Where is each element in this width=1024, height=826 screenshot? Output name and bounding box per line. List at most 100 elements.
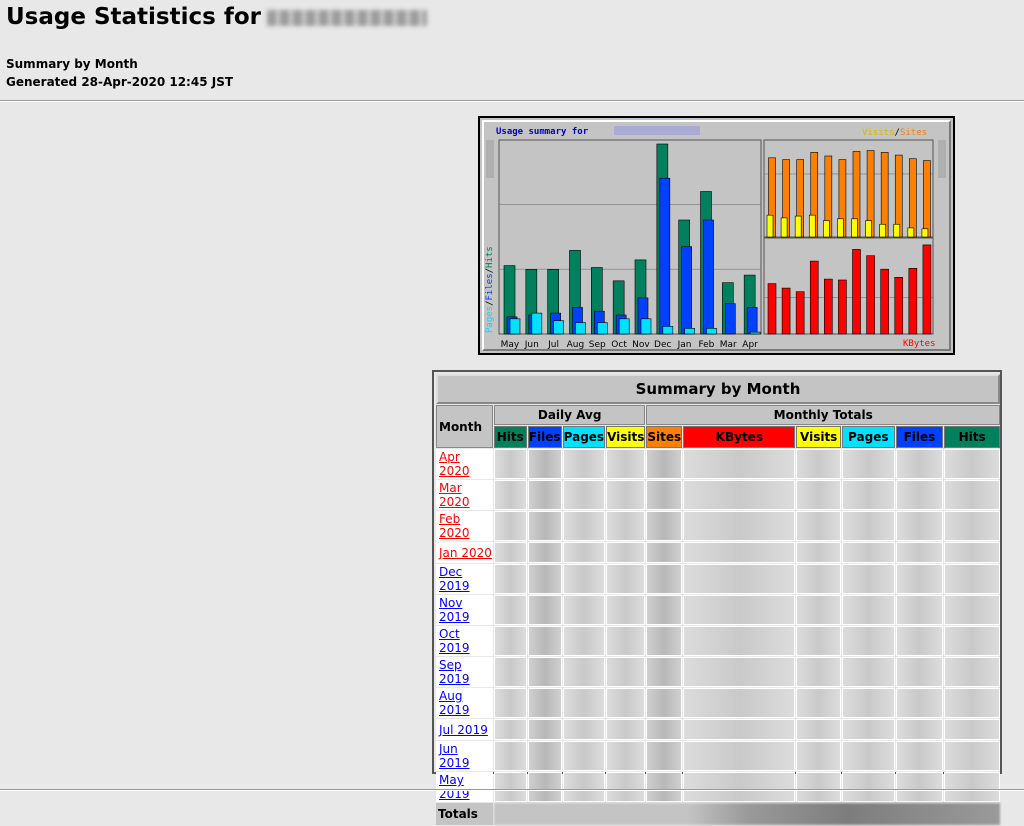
month-axis-labels: May Jun Jul Aug Sep Oct Nov Dec Jan Feb Mar Apr (501, 340, 759, 350)
redacted-value-cell (606, 511, 646, 541)
redacted-value-cell (841, 719, 895, 740)
redacted-value-cell (895, 480, 944, 510)
redacted-value-cell (493, 719, 527, 740)
redacted-value-cell (796, 688, 841, 718)
month-link-may-2019[interactable]: May 2019 (439, 773, 470, 801)
redacted-value-cell (646, 657, 683, 687)
bar-kbytes (866, 255, 875, 335)
redacted-value-cell (944, 719, 1000, 740)
redacted-value-cell (841, 449, 895, 479)
left-axis-word: Hits (485, 246, 495, 268)
redacted-value-cell (646, 595, 683, 625)
month-cell: Feb 2020 (436, 511, 493, 541)
table-row: Sep 2019 (436, 657, 1000, 687)
bar-kbytes (767, 283, 777, 335)
redacted-value-cell (646, 719, 683, 740)
redacted-value-cell (944, 657, 1000, 687)
redacted-value-cell (562, 449, 606, 479)
redacted-value-cell (646, 626, 683, 656)
redacted-value-cell (562, 595, 606, 625)
redacted-value-cell (944, 449, 1000, 479)
redacted-value-cell (606, 626, 646, 656)
redacted-value-cell (683, 719, 796, 740)
month-tick-label: Sep (589, 340, 606, 350)
redacted-value-cell (493, 688, 527, 718)
generated-timestamp: Generated 28-Apr-2020 12:45 JST (6, 75, 234, 89)
redacted-value-cell (646, 688, 683, 718)
month-link-jul-2019[interactable]: Jul 2019 (439, 723, 488, 737)
bar-files (659, 177, 671, 335)
month-link-oct-2019[interactable]: Oct 2019 (439, 627, 470, 655)
redacted-value-cell (683, 741, 796, 771)
redacted-value-cell (841, 741, 895, 771)
kbytes-label: KBytes (903, 339, 936, 349)
redacted-value-cell (796, 595, 841, 625)
month-tick-label: Feb (698, 340, 714, 350)
month-link-jan-2020[interactable]: Jan 2020 (439, 546, 492, 560)
table-row: Mar 2020 (436, 480, 1000, 510)
page-title: Usage Statistics for (6, 4, 427, 30)
top-divider (0, 100, 1024, 102)
bar-files (703, 219, 714, 335)
redacted-axis-value (486, 140, 494, 178)
month-link-aug-2019[interactable]: Aug 2019 (439, 689, 470, 717)
monthly-col-pages: Pages (841, 426, 895, 448)
table-row: Feb 2020 (436, 511, 1000, 541)
redacted-value-cell (841, 688, 895, 718)
usage-chart-svg: Usage summary for Visits/Sites KBytes Pa… (485, 126, 946, 350)
table-row: Aug 2019 (436, 688, 1000, 718)
redacted-value-cell (895, 741, 944, 771)
redacted-value-cell (562, 741, 606, 771)
table-row: Dec 2019 (436, 564, 1000, 594)
bar-kbytes (880, 268, 889, 335)
redacted-value-cell (841, 657, 895, 687)
redacted-value-cell (841, 595, 895, 625)
usage-chart: Usage summary for Visits/Sites KBytes Pa… (478, 116, 955, 355)
redacted-value-cell (895, 626, 944, 656)
redacted-value-cell (895, 719, 944, 740)
bar-pages (531, 312, 543, 335)
totals-label: Totals (436, 803, 493, 825)
month-cell: Aug 2019 (436, 688, 493, 718)
kbytes-plot (763, 237, 934, 335)
month-cell: Dec 2019 (436, 564, 493, 594)
redacted-value-cell (527, 564, 562, 594)
month-link-feb-2020[interactable]: Feb 2020 (439, 512, 470, 540)
month-link-apr-2020[interactable]: Apr 2020 (439, 450, 470, 478)
month-link-sep-2019[interactable]: Sep 2019 (439, 658, 470, 686)
bar-visits (823, 220, 830, 238)
daily-col-hits: Hits (493, 426, 527, 448)
month-tick-label: Nov (632, 340, 650, 350)
table-row: Jul 2019 (436, 719, 1000, 740)
hits-files-pages-plot (498, 139, 762, 335)
redacted-value-cell (796, 542, 841, 563)
redacted-value-cell (562, 688, 606, 718)
redacted-value-cell (646, 480, 683, 510)
month-link-jun-2019[interactable]: Jun 2019 (439, 742, 470, 770)
month-cell: Nov 2019 (436, 595, 493, 625)
redacted-value-cell (683, 564, 796, 594)
redacted-value-cell (646, 772, 683, 802)
redacted-value-cell (493, 626, 527, 656)
month-link-dec-2019[interactable]: Dec 2019 (439, 565, 470, 593)
month-link-nov-2019[interactable]: Nov 2019 (439, 596, 470, 624)
redacted-value-cell (944, 688, 1000, 718)
bottom-divider (0, 789, 1024, 791)
redacted-value-cell (944, 480, 1000, 510)
month-cell: Sep 2019 (436, 657, 493, 687)
redacted-value-cell (562, 772, 606, 802)
bar-pages (575, 322, 586, 335)
redacted-value-cell (683, 542, 796, 563)
bar-visits (766, 214, 774, 238)
bar-files (681, 246, 692, 335)
redacted-value-cell (683, 595, 796, 625)
table-row: Oct 2019 (436, 626, 1000, 656)
redacted-value-cell (841, 626, 895, 656)
redacted-value-cell (606, 719, 646, 740)
bar-pages (749, 331, 761, 335)
bar-kbytes (908, 268, 918, 335)
redacted-value-cell (796, 657, 841, 687)
redacted-value-cell (527, 657, 562, 687)
month-link-mar-2020[interactable]: Mar 2020 (439, 481, 470, 509)
bar-kbytes (781, 287, 791, 335)
